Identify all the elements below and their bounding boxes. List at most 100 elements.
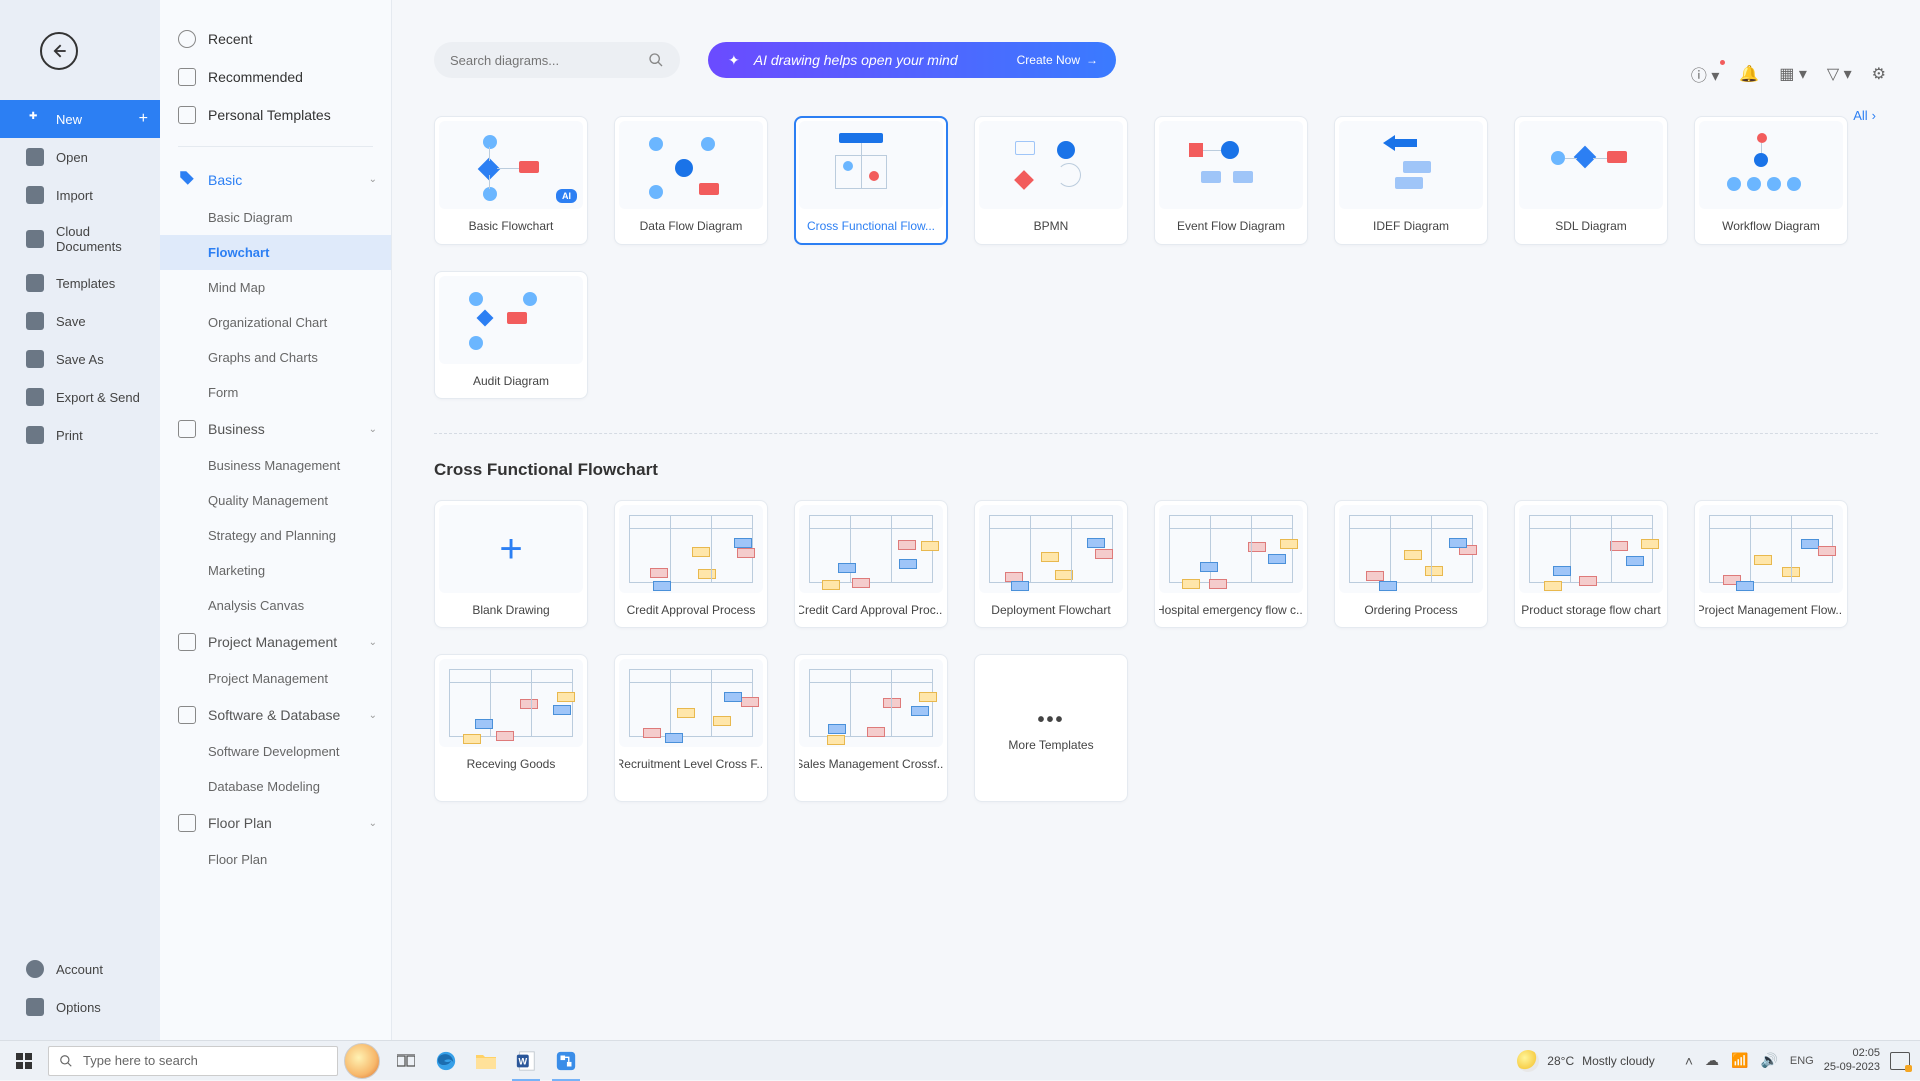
cat-business[interactable]: Business⌄ [160, 410, 391, 448]
template-card-8[interactable]: Receving Goods [434, 654, 588, 802]
ai-banner[interactable]: ✦ AI drawing helps open your mind Create… [708, 42, 1116, 78]
cat-flowchart[interactable]: Flowchart [160, 235, 391, 270]
cat-recommended[interactable]: Recommended [160, 58, 391, 96]
type-card-5[interactable]: IDEF Diagram [1334, 116, 1488, 245]
card-preview [979, 121, 1123, 209]
clock[interactable]: 02:05 25-09-2023 [1824, 1047, 1880, 1073]
weather-widget[interactable]: 28°C Mostly cloudy [1517, 1050, 1655, 1072]
nav-account[interactable]: Account [0, 950, 160, 988]
cat-form[interactable]: Form [160, 375, 391, 410]
notifications-icon[interactable] [1890, 1052, 1910, 1070]
edge-icon[interactable] [426, 1041, 466, 1081]
nav-import[interactable]: Import [0, 176, 160, 214]
cat-marketing[interactable]: Marketing [160, 553, 391, 588]
filter-icon[interactable]: ▽ ▾ [1827, 64, 1852, 84]
cat-basic[interactable]: Basic⌄ [160, 159, 391, 200]
back-button[interactable] [40, 32, 78, 70]
templates-icon [26, 274, 44, 292]
cat-canvas[interactable]: Analysis Canvas [160, 588, 391, 623]
cat-orgchart[interactable]: Organizational Chart [160, 305, 391, 340]
cat-qm[interactable]: Quality Management [160, 483, 391, 518]
type-card-6[interactable]: SDL Diagram [1514, 116, 1668, 245]
template-card-6[interactable]: Product storage flow chart [1514, 500, 1668, 628]
taskbar-search[interactable]: Type here to search [48, 1046, 338, 1076]
template-card-3[interactable]: Deployment Flowchart [974, 500, 1128, 628]
type-card-2[interactable]: Cross Functional Flow... [794, 116, 948, 245]
template-card-10[interactable]: Sales Management Crossf... [794, 654, 948, 802]
calendar-icon [178, 633, 196, 651]
more-templates-card[interactable]: •••More Templates [974, 654, 1128, 802]
type-card-4[interactable]: Event Flow Diagram [1154, 116, 1308, 245]
type-card-8[interactable]: Audit Diagram [434, 271, 588, 399]
template-grid: +Blank DrawingCredit Approval ProcessCre… [434, 500, 1886, 802]
word-icon[interactable]: W [506, 1041, 546, 1081]
explorer-icon[interactable] [466, 1041, 506, 1081]
nav-open[interactable]: Open [0, 138, 160, 176]
card-label: Hospital emergency flow c... [1159, 593, 1303, 627]
volume-icon[interactable]: 🔊 [1760, 1052, 1777, 1069]
meet-now-icon[interactable] [344, 1043, 380, 1079]
chevron-down-icon: ⌄ [369, 818, 377, 829]
task-view-icon[interactable] [386, 1041, 426, 1081]
start-button[interactable] [0, 1041, 48, 1080]
wifi-icon[interactable]: 📶 [1731, 1052, 1748, 1069]
nav-saveas[interactable]: Save As [0, 340, 160, 378]
nav-cloud[interactable]: Cloud Documents [0, 214, 160, 264]
nav-new[interactable]: New + [0, 100, 160, 138]
nav-save[interactable]: Save [0, 302, 160, 340]
cat-swdb[interactable]: Software & Database⌄ [160, 696, 391, 734]
cat-basic-diagram[interactable]: Basic Diagram [160, 200, 391, 235]
tray-up-icon[interactable]: ˄ [1685, 1053, 1693, 1069]
grid-icon[interactable]: ▦ ▾ [1779, 64, 1807, 84]
type-card-0[interactable]: AIBasic Flowchart [434, 116, 588, 245]
template-card-0[interactable]: +Blank Drawing [434, 500, 588, 628]
card-preview [619, 659, 763, 747]
cat-personal[interactable]: Personal Templates [160, 96, 391, 134]
card-label: Blank Drawing [439, 593, 583, 627]
card-label: Audit Diagram [439, 364, 583, 398]
cat-floor[interactable]: Floor Plan⌄ [160, 804, 391, 842]
search-input[interactable] [450, 53, 648, 68]
language-icon[interactable]: ENG [1790, 1055, 1814, 1067]
cat-recent[interactable]: Recent [160, 20, 391, 58]
type-card-7[interactable]: Workflow Diagram [1694, 116, 1848, 245]
cat-floor-item[interactable]: Floor Plan [160, 842, 391, 877]
nav-templates[interactable]: Templates [0, 264, 160, 302]
plus-icon[interactable]: + [139, 110, 148, 128]
help-icon[interactable]: ⓘ ▾ [1691, 62, 1720, 86]
onedrive-icon[interactable]: ☁ [1705, 1052, 1719, 1069]
nav-export[interactable]: Export & Send [0, 378, 160, 416]
cat-swdev[interactable]: Software Development [160, 734, 391, 769]
system-tray[interactable]: ˄ ☁ 📶 🔊 ENG [1685, 1052, 1814, 1069]
cat-bm[interactable]: Business Management [160, 448, 391, 483]
type-card-3[interactable]: BPMN [974, 116, 1128, 245]
cat-pm-item[interactable]: Project Management [160, 661, 391, 696]
bell-icon[interactable]: 🔔 [1739, 64, 1759, 84]
template-card-1[interactable]: Credit Approval Process [614, 500, 768, 628]
diagram-type-grid: AIBasic FlowchartData Flow DiagramCross … [434, 116, 1886, 399]
type-card-1[interactable]: Data Flow Diagram [614, 116, 768, 245]
template-card-2[interactable]: Credit Card Approval Proc... [794, 500, 948, 628]
gear-icon[interactable]: ⚙ [1872, 64, 1886, 84]
template-card-5[interactable]: Ordering Process [1334, 500, 1488, 628]
cat-pm[interactable]: Project Management⌄ [160, 623, 391, 661]
all-link[interactable]: All › [1853, 108, 1876, 123]
template-card-9[interactable]: Recruitment Level Cross F... [614, 654, 768, 802]
search-box[interactable] [434, 42, 680, 78]
nav-print[interactable]: Print [0, 416, 160, 454]
card-label: Event Flow Diagram [1159, 209, 1303, 243]
doc-icon [178, 106, 196, 124]
edrawmax-icon[interactable] [546, 1041, 586, 1081]
template-card-7[interactable]: Project Management Flow... [1694, 500, 1848, 628]
cat-dbmod[interactable]: Database Modeling [160, 769, 391, 804]
cat-mindmap[interactable]: Mind Map [160, 270, 391, 305]
card-label: Workflow Diagram [1699, 209, 1843, 243]
nav-options[interactable]: Options [0, 988, 160, 1026]
card-label: Sales Management Crossf... [799, 747, 943, 781]
card-preview [619, 505, 763, 593]
cat-graphs[interactable]: Graphs and Charts [160, 340, 391, 375]
cat-sp[interactable]: Strategy and Planning [160, 518, 391, 553]
search-icon[interactable] [648, 52, 664, 68]
template-card-4[interactable]: Hospital emergency flow c... [1154, 500, 1308, 628]
create-now-button[interactable]: Create Now → [1017, 53, 1098, 67]
